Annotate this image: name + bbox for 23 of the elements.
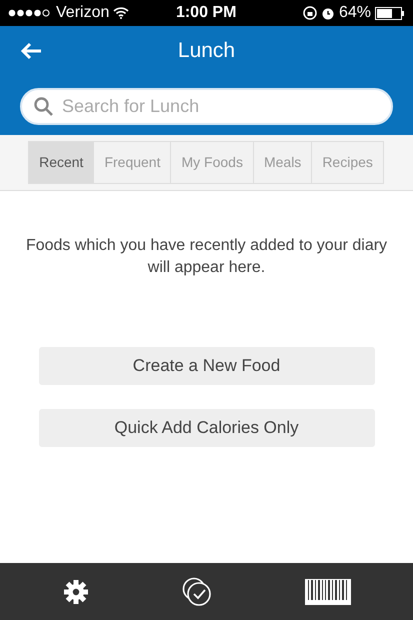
- tab[interactable]: Meals: [252, 141, 312, 184]
- tab[interactable]: Recent: [28, 141, 94, 184]
- back-arrow-icon[interactable]: [20, 42, 42, 60]
- status-time: 1:00 PM: [176, 3, 236, 23]
- signal-icon: [8, 9, 52, 17]
- check-circle-icon[interactable]: [182, 576, 212, 606]
- barcode-icon[interactable]: [304, 578, 350, 604]
- alarm-icon: [320, 6, 335, 20]
- tab[interactable]: Recipes: [311, 141, 384, 184]
- empty-message: Foods which you have recently added to your diary will appear here.: [24, 236, 388, 278]
- action-button[interactable]: Create a New Food: [38, 347, 374, 385]
- battery-icon: [375, 6, 405, 20]
- search-icon: [34, 97, 53, 116]
- carrier-name: Verizon: [56, 3, 110, 23]
- action-button[interactable]: Quick Add Calories Only: [38, 409, 374, 447]
- rotation-lock-icon: [302, 6, 317, 20]
- battery-percent: 64%: [338, 3, 371, 23]
- search-field[interactable]: Search for Lunch: [20, 88, 393, 125]
- tab[interactable]: My Foods: [170, 141, 254, 184]
- tab[interactable]: Frequent: [93, 141, 172, 184]
- screen-title: Lunch: [178, 39, 236, 62]
- settings-icon[interactable]: [62, 578, 88, 604]
- wifi-icon: [113, 7, 130, 19]
